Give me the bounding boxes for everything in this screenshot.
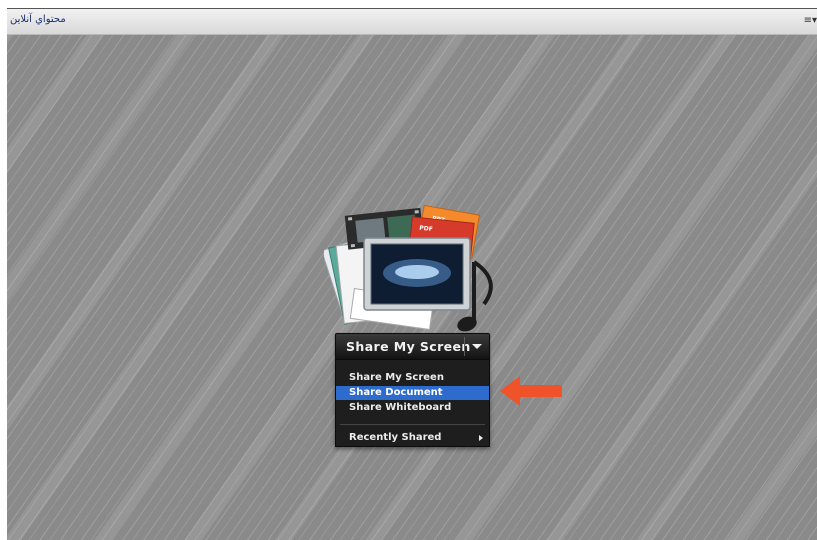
share-button-label: Share My Screen [346,339,471,354]
chevron-down-icon[interactable] [465,334,489,359]
menu-divider [340,424,485,425]
pdf-label: PDF [419,225,433,233]
pod-title: محتواي آنلاين [10,14,66,25]
red-arrow-icon [500,376,562,406]
share-content-illustration: PPT PDF [324,204,493,332]
recently-shared-label: Recently Shared [349,432,442,443]
menu-item-share-document[interactable]: Share Document [336,386,489,400]
monitor-icon [363,237,471,311]
pod-options-icon[interactable]: ≡▾ [804,15,817,26]
menu-item-share-whiteboard[interactable]: Share Whiteboard [336,401,489,415]
chevron-right-icon [479,435,483,441]
menu-item-share-my-screen[interactable]: Share My Screen [336,371,489,385]
share-dropdown-menu: Share My Screen Share Document Share Whi… [335,359,490,447]
pod-title-bar: محتواي آنلاين ≡▾ [7,9,817,35]
menu-item-recently-shared[interactable]: Recently Shared [336,431,489,445]
share-my-screen-button[interactable]: Share My Screen [335,333,490,360]
